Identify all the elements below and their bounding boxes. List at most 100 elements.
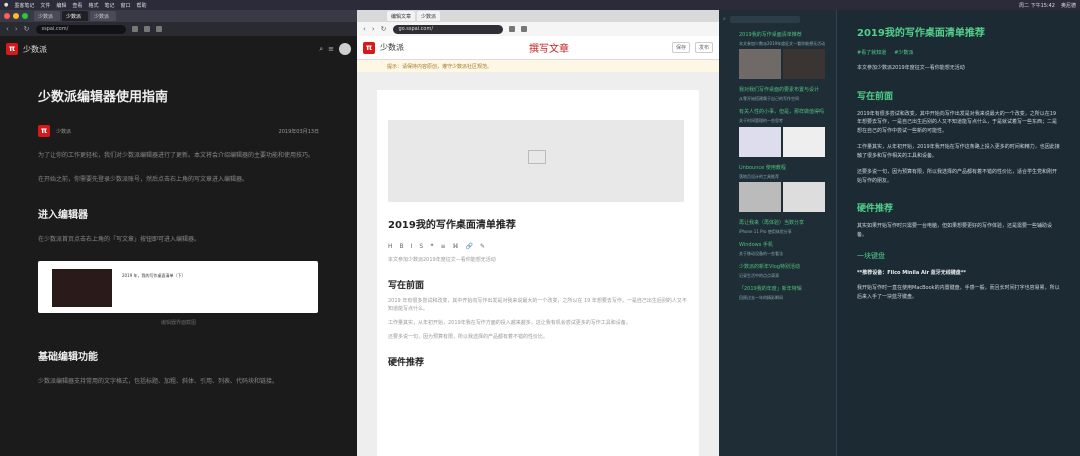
menu-icon[interactable]: ≡ [328,45,334,53]
author-avatar[interactable]: π [38,125,50,137]
extension-icon[interactable] [143,26,150,32]
sspai-logo-icon[interactable]: π [363,41,375,54]
note-paragraph: 工作量其实，从年初开始，2019年我开始在写作这条路上投入更多的时间和精力，也因… [857,144,1060,159]
publish-button[interactable]: 发布 [694,42,713,53]
note-tags: #看了就知道 #少数派 [857,49,1060,56]
list-item-thumbs [739,181,830,212]
link-icon[interactable]: 🔗 [466,243,473,250]
menu-window[interactable]: 窗口 [120,2,130,9]
menu-user[interactable]: 奥尼德 [1061,2,1076,9]
tag[interactable]: #少数派 [894,49,913,56]
note-strong: **推荐设备：Filco Minila Air 蓝牙无线键盘** [857,270,967,276]
thumbnail [783,49,825,80]
site-brand[interactable]: 少数派 [380,42,404,53]
list-item[interactable]: 我对我们写作桌面的要素布置与设计 从零开始搭建属于自己的写作空间 [719,83,836,105]
menu-format[interactable]: 格式 [88,2,98,9]
author-name[interactable]: 少数派 [56,128,71,135]
list-item[interactable]: Windows 手机 关于移动设备的一些看法 [719,238,836,260]
left-browser-window: 少数派 少数派 少数派 ‹ › ↻ sspai.com/ π 少数派 ⌕ ≡ 少… [0,10,357,456]
intro-line[interactable]: 本文参加少数派2019年度征文—看你能想无活动 [388,256,688,264]
left-tab-3[interactable]: 少数派 [90,11,116,21]
list-item[interactable]: 有关人性的小事，但是，那样做值得吗 关于时间管理的一些思考 [719,105,836,160]
left-tab-2[interactable]: 少数派 [62,11,88,21]
left-address-bar[interactable]: sspai.com/ [35,24,126,34]
back-icon[interactable]: ‹ [6,25,9,33]
heading-icon[interactable]: H [388,243,393,250]
avatar[interactable] [339,43,351,55]
code-icon[interactable]: ⌘ [453,243,459,250]
list-item-desc: 本文参加少数派2019年度征文—看你能想无活动 [739,41,826,46]
list-item-title: 再让我来（再体验）当数分享 [739,219,805,226]
menu-clock: 周二 下午15:42 [1018,2,1055,9]
list-item[interactable]: Unbounce 使用教程 落地页设计的工具推荐 [719,161,836,216]
body-paragraph[interactable]: 工作量其实，从年初开始，2019年我在写作方面的投入越来越多，这让我有机会尝试更… [388,319,688,327]
italic-icon[interactable]: I [411,243,413,250]
menu-edit[interactable]: 编辑 [56,2,66,9]
image-icon [528,150,546,164]
extension-icon[interactable] [131,26,138,32]
left-tab-1[interactable]: 少数派 [34,11,60,21]
section-heading[interactable]: 硬件推荐 [388,355,688,368]
list-item[interactable]: 再让我来（再体验）当数分享 iPhone 11 Pro 使用体验分享 [719,216,836,238]
search-icon[interactable]: ⌕ [319,45,323,54]
list-item-desc: 关于移动设备的一些看法 [739,250,783,256]
editor-canvas[interactable]: 2019我的写作桌面清单推荐 H B I S ❝ ≡ ⌘ 🔗 ✎ 本文参加少数派… [377,90,699,456]
intro-paragraph-2: 在开始之前，你需要先登录少数派账号，然后点击右上角的写文章进入编辑器。 [38,175,249,183]
minimize-icon[interactable] [13,13,19,19]
apple-icon[interactable]: ● [4,2,8,8]
thumbnail [739,181,781,212]
thumbnail [783,126,825,157]
quote-icon[interactable]: ❝ [430,243,433,250]
list-item-desc: 关于时间管理的一些思考 [739,118,783,124]
menu-file[interactable]: 文件 [40,2,50,9]
cover-upload[interactable] [388,120,684,202]
menu-view[interactable]: 查看 [72,2,82,9]
notes-search-input[interactable] [729,15,800,23]
reload-icon[interactable]: ↻ [381,25,387,33]
extension-icon[interactable] [155,26,162,32]
list-item-title: 「2019我的年度」新年特辑 [739,286,802,293]
menu-app[interactable]: 墨客笔记 [14,2,34,9]
search-icon[interactable]: ⌕ [723,16,726,22]
zoom-icon[interactable] [22,13,28,19]
note-subheading: 一块键盘 [857,252,885,260]
site-brand[interactable]: 少数派 [23,44,47,55]
menu-notes[interactable]: 笔记 [104,2,114,9]
mid-tab-2[interactable]: 少数派 [417,11,441,21]
strike-icon[interactable]: S [419,243,423,250]
extension-icon[interactable] [508,26,515,32]
mid-address-bar[interactable]: go.sspai.com/ [392,24,503,34]
mid-tab-1[interactable]: 编辑文章 [387,11,416,21]
list-item[interactable]: 「2019我的年度」新年特辑 回顾过去一年的精彩瞬间 [719,282,836,304]
article-title-input[interactable]: 2019我的写作桌面清单推荐 [388,216,688,231]
back-icon[interactable]: ‹ [363,25,366,33]
extension-icon[interactable] [520,26,527,32]
list-item[interactable]: 2019我的写作桌面清单推荐 本文参加少数派2019年度征文—看你能想无活动 [719,28,836,83]
window-controls [4,13,28,19]
save-button[interactable]: 保存 [671,42,690,53]
forward-icon[interactable]: › [15,25,18,33]
list-item[interactable]: 少数派的新年Vlog特别活动 记录生活中的点点滴滴 [719,260,836,282]
sspai-logo-icon[interactable]: π [6,43,18,55]
body-paragraph[interactable]: 还要多说一句，因为预算有限，所以我选择的产品都有着不错的性价比。 [388,333,688,341]
thumbnail [783,181,825,212]
format-toolbar: H B I S ❝ ≡ ⌘ 🔗 ✎ [388,243,688,250]
list-item-title: 2019我的写作桌面清单推荐 [739,32,802,38]
close-icon[interactable] [4,13,10,19]
tag[interactable]: #看了就知道 [857,49,886,56]
notes-list-top: ⌕ [719,10,836,28]
note-heading: 写在前面 [857,91,894,102]
section-heading[interactable]: 写在前面 [388,278,688,291]
list-icon[interactable]: ≡ [440,243,445,250]
pen-icon[interactable]: ✎ [480,243,485,250]
reload-icon[interactable]: ↻ [24,25,30,33]
bold-icon[interactable]: B [400,243,404,250]
screenshot-text: 2019 年，我的写作桌面清单（下） [122,272,186,278]
body-paragraph[interactable]: 2019 年有很多尝试和改变，其中开始向写作出发是对我来说最大的一个改变，之所以… [388,297,688,313]
forward-icon[interactable]: › [372,25,375,33]
write-title: 撰写文章 [529,44,569,55]
left-tab-bar: 少数派 少数派 少数派 [0,10,357,22]
left-toolbar: ‹ › ↻ sspai.com/ [0,22,357,36]
menu-help[interactable]: 帮助 [136,2,146,9]
screenshot-dark-area [52,268,112,307]
